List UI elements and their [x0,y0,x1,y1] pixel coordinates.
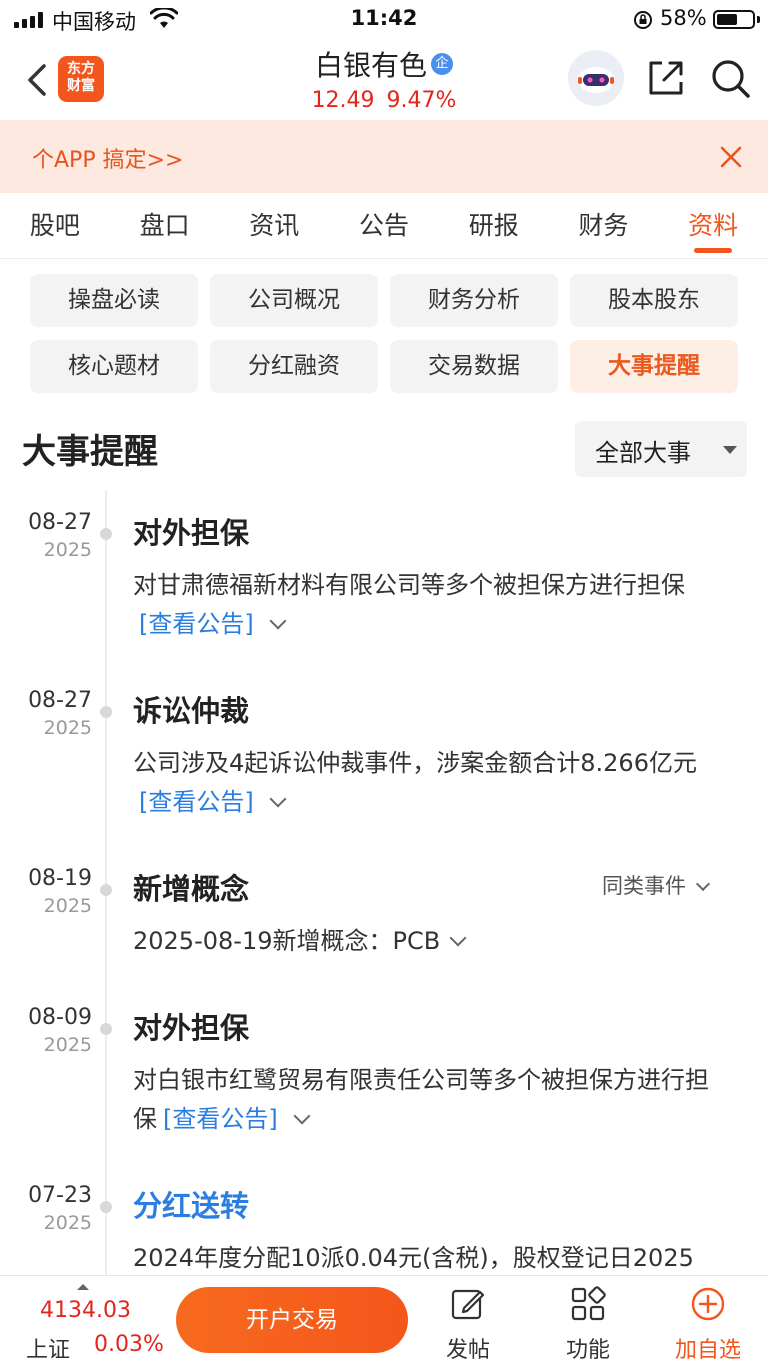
section-title: 大事提醒 [22,432,158,472]
event-title-link[interactable]: 分红送转 [133,1183,249,1225]
event-date: 08-27 [28,510,92,535]
status-bar: 中国移动 11:42 58% [0,0,768,40]
banner-text: 个APP 搞定>> [32,148,184,173]
event-date: 08-19 [28,866,92,891]
expand-up-icon[interactable] [77,1284,89,1290]
event-timeline: 08-27 2025 对外担保 对甘肃德福新材料有限公司等多个被担保方进行担保[… [0,490,768,1275]
event-date: 08-09 [28,1005,92,1030]
event-year: 2025 [43,1212,92,1234]
view-announcement-link[interactable]: [查看公告] [139,788,254,816]
event-description: 2024年度分配10派0.04元(含税)，股权登记日2025 [133,1244,694,1272]
subnav-trading-data[interactable]: 交易数据 [390,340,558,393]
event-year: 2025 [43,539,92,561]
tab-news[interactable]: 资讯 [219,193,329,259]
event-description: 公司涉及4起诉讼仲裁事件，涉案金额合计8.266亿元[查看公告] [133,749,697,816]
index-value[interactable]: 4134.03 [40,1298,131,1323]
tab-announcements[interactable]: 公告 [329,193,439,259]
orientation-lock-icon [634,11,652,29]
close-icon[interactable] [718,144,744,170]
timeline-dot [100,528,112,540]
event-description: 对白银市红鹭贸易有限责任公司等多个被担保方进行担保 [查看公告] [133,1066,709,1133]
timeline-dot [100,884,112,896]
view-announcement-link[interactable]: [查看公告] [139,610,254,638]
subnav-company-overview[interactable]: 公司概况 [210,274,378,327]
event-year: 2025 [43,1034,92,1056]
index-change[interactable]: 0.03% [94,1332,164,1357]
functions-button[interactable]: 功能 [538,1284,638,1364]
event-title: 对外担保 [133,1011,250,1045]
robot-assistant-icon[interactable] [568,50,624,106]
timeline-line [105,490,107,1275]
share-icon[interactable] [646,58,686,98]
event-year: 2025 [43,717,92,739]
event-year: 2025 [43,895,92,917]
event-filter-dropdown[interactable]: 全部大事 [575,421,747,477]
subnav-core-themes[interactable]: 核心题材 [30,340,198,393]
event-title: 新增概念 [133,872,250,906]
event-description: 2025-08-19新增概念：PCB [133,922,723,961]
chevron-down-icon[interactable] [269,790,287,808]
event-filter-label: 全部大事 [595,439,691,467]
event-title: 对外担保 [133,516,250,550]
tab-finance[interactable]: 财务 [549,193,659,259]
battery-level [717,14,737,25]
stock-name: 白银有色 [314,49,427,82]
stock-change: 9.47% [386,88,457,113]
battery-cap [757,16,760,23]
subnav-trading-essentials[interactable]: 操盘必读 [30,274,198,327]
timeline-dot [100,706,112,718]
event-description: 对甘肃德福新材料有限公司等多个被担保方进行担保[查看公告] [133,571,685,638]
caret-down-icon [723,446,737,454]
tabs-divider [0,258,768,259]
tab-pankou[interactable]: 盘口 [110,193,220,259]
plus-circle-icon [691,1287,725,1321]
view-announcement-link[interactable]: [查看公告] [163,1105,278,1133]
enterprise-badge: 企 [431,53,453,75]
subnav-major-events[interactable]: 大事提醒 [570,340,738,393]
bottom-bar: 4134.03 上证 0.03% 开户交易 发帖 功能 加自选 [0,1275,768,1366]
promo-banner[interactable]: 个APP 搞定>> [0,120,768,193]
stock-price: 12.49 [311,88,375,113]
subnav-dividends-financing[interactable]: 分红融资 [210,340,378,393]
search-icon[interactable] [710,58,752,100]
open-account-button[interactable]: 开户交易 [176,1287,408,1353]
tab-research[interactable]: 研报 [439,193,549,259]
add-watchlist-button[interactable]: 加自选 [658,1284,758,1364]
chevron-down-icon[interactable] [293,1107,311,1125]
timeline-dot [100,1201,112,1213]
chevron-down-icon[interactable] [449,929,467,947]
chevron-down-icon [695,876,711,892]
battery-icon [713,10,755,29]
grid-icon [571,1286,606,1321]
subnav-shareholders[interactable]: 股本股东 [570,274,738,327]
main-tabs: 股吧 盘口 资讯 公告 研报 财务 资料 [0,193,768,259]
index-name[interactable]: 上证 [26,1332,70,1364]
active-tab-indicator [694,248,733,253]
timeline-dot [100,1023,112,1035]
event-date: 08-27 [28,688,92,713]
tab-profile[interactable]: 资料 [658,193,768,259]
subnav-financial-analysis[interactable]: 财务分析 [390,274,558,327]
stock-header: 东方 财富 白银有色企 12.49 9.47% [0,40,768,120]
event-date: 07-23 [28,1183,92,1208]
tab-guba[interactable]: 股吧 [0,193,110,259]
similar-events-button[interactable]: 同类事件 [602,870,711,900]
chevron-down-icon[interactable] [269,612,287,630]
battery-percent: 58% [660,6,707,30]
profile-subnav: 操盘必读 公司概况 财务分析 股本股东 核心题材 分红融资 交易数据 大事提醒 [30,274,740,393]
event-title: 诉讼仲裁 [133,694,250,728]
edit-icon [451,1289,485,1320]
post-button[interactable]: 发帖 [418,1284,518,1364]
